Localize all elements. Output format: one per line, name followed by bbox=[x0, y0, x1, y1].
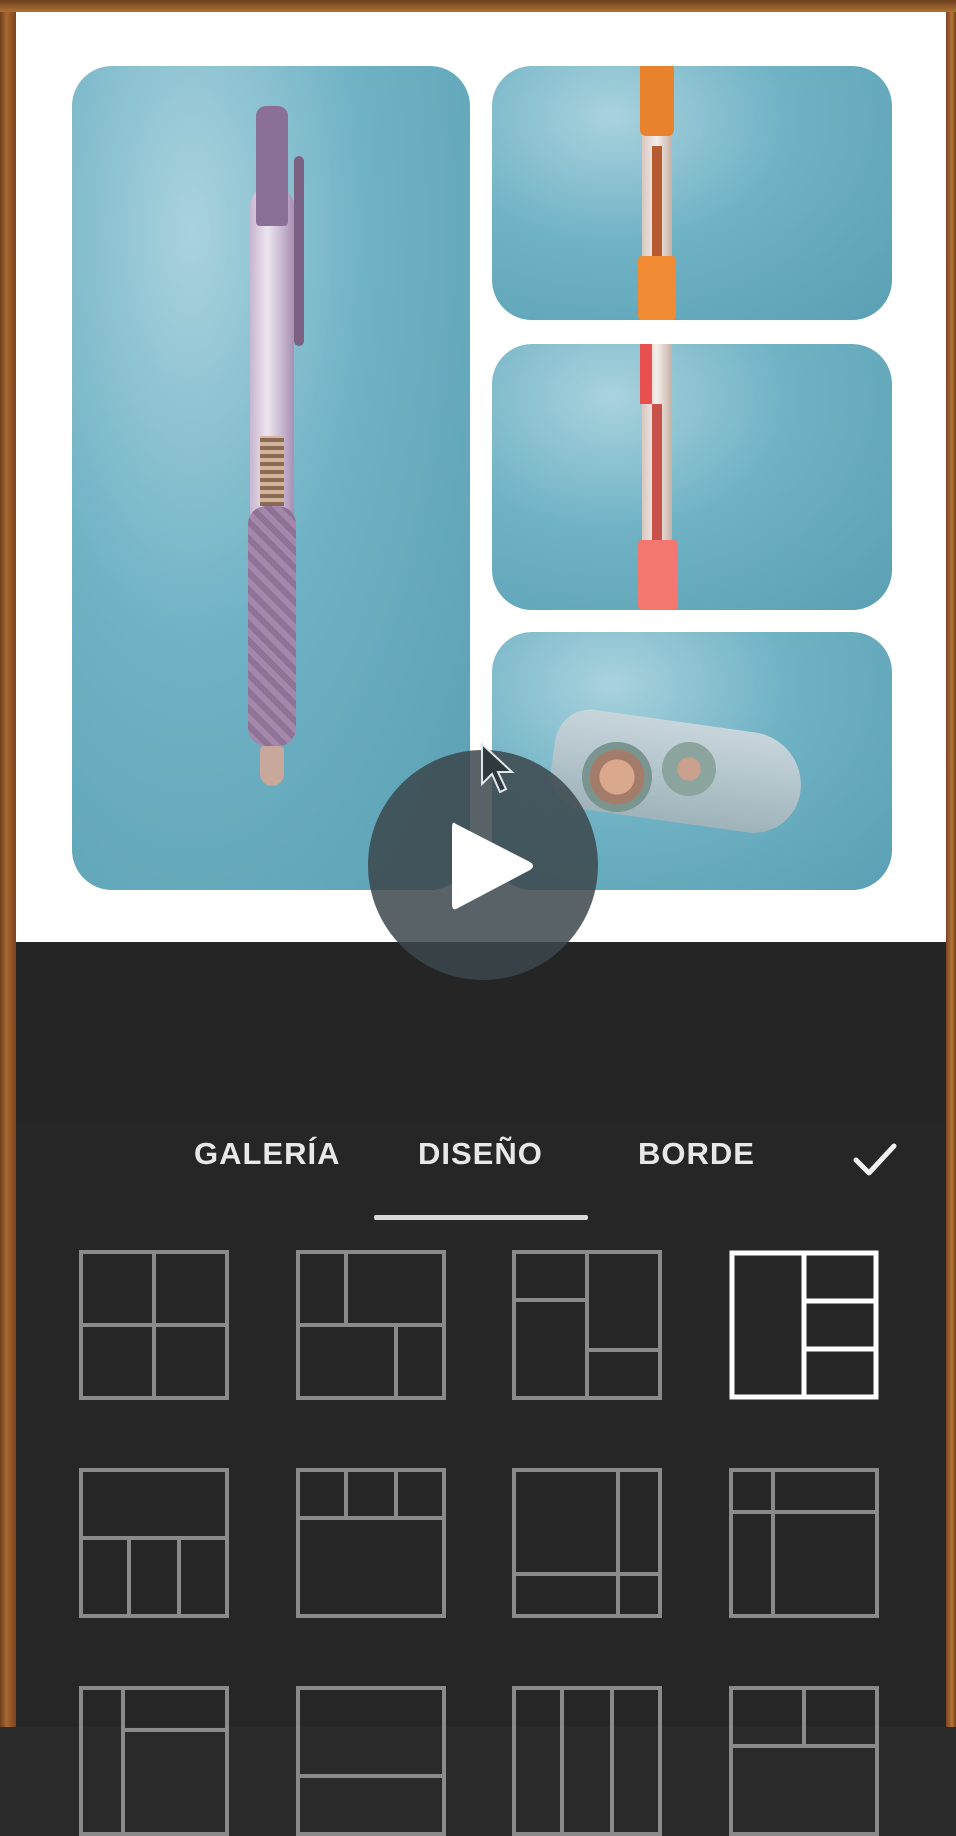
layout-grid-icon bbox=[729, 1250, 879, 1400]
pen-ink bbox=[652, 146, 662, 256]
layout-option-4-selected[interactable] bbox=[729, 1250, 879, 1400]
layout-grid-icon bbox=[729, 1468, 879, 1618]
layout-option-6[interactable] bbox=[296, 1468, 446, 1618]
layout-grid-icon bbox=[296, 1468, 446, 1618]
checkmark-icon[interactable] bbox=[850, 1134, 900, 1184]
pen-tip bbox=[260, 746, 284, 786]
layout-grid-icon bbox=[79, 1468, 229, 1618]
mouse-cursor-icon bbox=[481, 742, 515, 794]
layout-option-9[interactable] bbox=[79, 1686, 229, 1836]
pen-spring bbox=[260, 436, 284, 506]
layout-grid-icon bbox=[296, 1250, 446, 1400]
layout-grid-icon bbox=[79, 1250, 229, 1400]
layout-grid-icon bbox=[729, 1686, 879, 1836]
play-icon bbox=[452, 822, 533, 910]
pen-grip bbox=[638, 540, 678, 610]
pen-ink bbox=[652, 404, 662, 540]
layout-option-12[interactable] bbox=[729, 1686, 879, 1836]
layout-grid-icon bbox=[512, 1250, 662, 1400]
pen-clip bbox=[640, 66, 674, 136]
layout-option-7[interactable] bbox=[512, 1468, 662, 1618]
layout-option-5[interactable] bbox=[79, 1468, 229, 1618]
pen-clip bbox=[640, 344, 652, 404]
pen-clip bbox=[294, 156, 304, 346]
tape-gear bbox=[582, 742, 652, 812]
tape-gear bbox=[662, 742, 716, 796]
layout-grid-icon bbox=[79, 1686, 229, 1836]
pen-cap bbox=[256, 106, 288, 226]
wood-frame-right bbox=[946, 0, 956, 1727]
collage-photo-1[interactable] bbox=[72, 66, 470, 890]
pen-grip bbox=[248, 506, 296, 746]
collage-photo-2[interactable] bbox=[492, 66, 892, 320]
wood-frame-top bbox=[0, 0, 956, 12]
editor-tab-bar: GALERÍA DISEÑO BORDE bbox=[16, 1122, 946, 1232]
layout-option-2[interactable] bbox=[296, 1250, 446, 1400]
layout-grid-icon bbox=[296, 1686, 446, 1836]
active-tab-indicator bbox=[374, 1215, 588, 1220]
tab-border[interactable]: BORDE bbox=[638, 1136, 755, 1172]
pen-grip bbox=[638, 256, 676, 320]
layout-options-grid bbox=[16, 1232, 946, 1836]
layout-grid-icon bbox=[512, 1686, 662, 1836]
layout-option-1[interactable] bbox=[79, 1250, 229, 1400]
layout-option-10[interactable] bbox=[296, 1686, 446, 1836]
tab-gallery[interactable]: GALERÍA bbox=[194, 1136, 341, 1172]
layout-option-8[interactable] bbox=[729, 1468, 879, 1618]
tab-layout[interactable]: DISEÑO bbox=[418, 1136, 543, 1172]
layout-option-11[interactable] bbox=[512, 1686, 662, 1836]
layout-grid-icon bbox=[512, 1468, 662, 1618]
wood-frame-left bbox=[0, 0, 16, 1727]
collage-photo-3[interactable] bbox=[492, 344, 892, 610]
layout-option-3[interactable] bbox=[512, 1250, 662, 1400]
